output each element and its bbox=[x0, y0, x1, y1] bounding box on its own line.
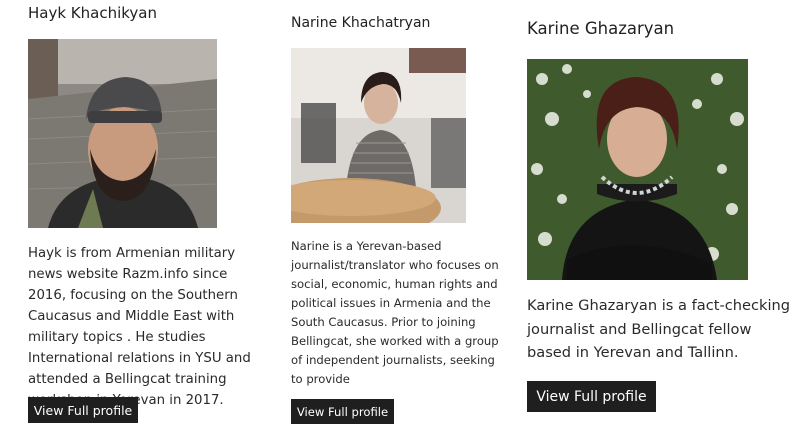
profile-card-narine: Narine Khachatryan Narine is a Yerevan-b… bbox=[270, 0, 510, 438]
profile-card-karine: Karine Ghazaryan Karine Ghazaryan is a f… bbox=[515, 0, 800, 438]
profile-name: Hayk Khachikyan bbox=[28, 4, 157, 22]
profile-card-hayk: Hayk Khachikyan Hayk is from Armenian mi… bbox=[0, 0, 260, 438]
view-full-profile-button[interactable]: View Full profile bbox=[527, 381, 656, 412]
profile-bio: Hayk is from Armenian military news webs… bbox=[28, 246, 251, 408]
profile-name: Narine Khachatryan bbox=[291, 15, 431, 31]
profile-bio: Narine is a Yerevan-based journalist/tra… bbox=[291, 239, 499, 386]
view-full-profile-button[interactable]: View Full profile bbox=[28, 397, 138, 423]
profile-photo[interactable] bbox=[527, 59, 748, 280]
view-full-profile-button[interactable]: View Full profile bbox=[291, 399, 394, 424]
profile-name: Karine Ghazaryan bbox=[527, 19, 675, 38]
profile-bio: Karine Ghazaryan is a fact-checking jour… bbox=[527, 297, 791, 361]
profile-photo[interactable] bbox=[291, 48, 466, 223]
profile-photo[interactable] bbox=[28, 39, 217, 228]
